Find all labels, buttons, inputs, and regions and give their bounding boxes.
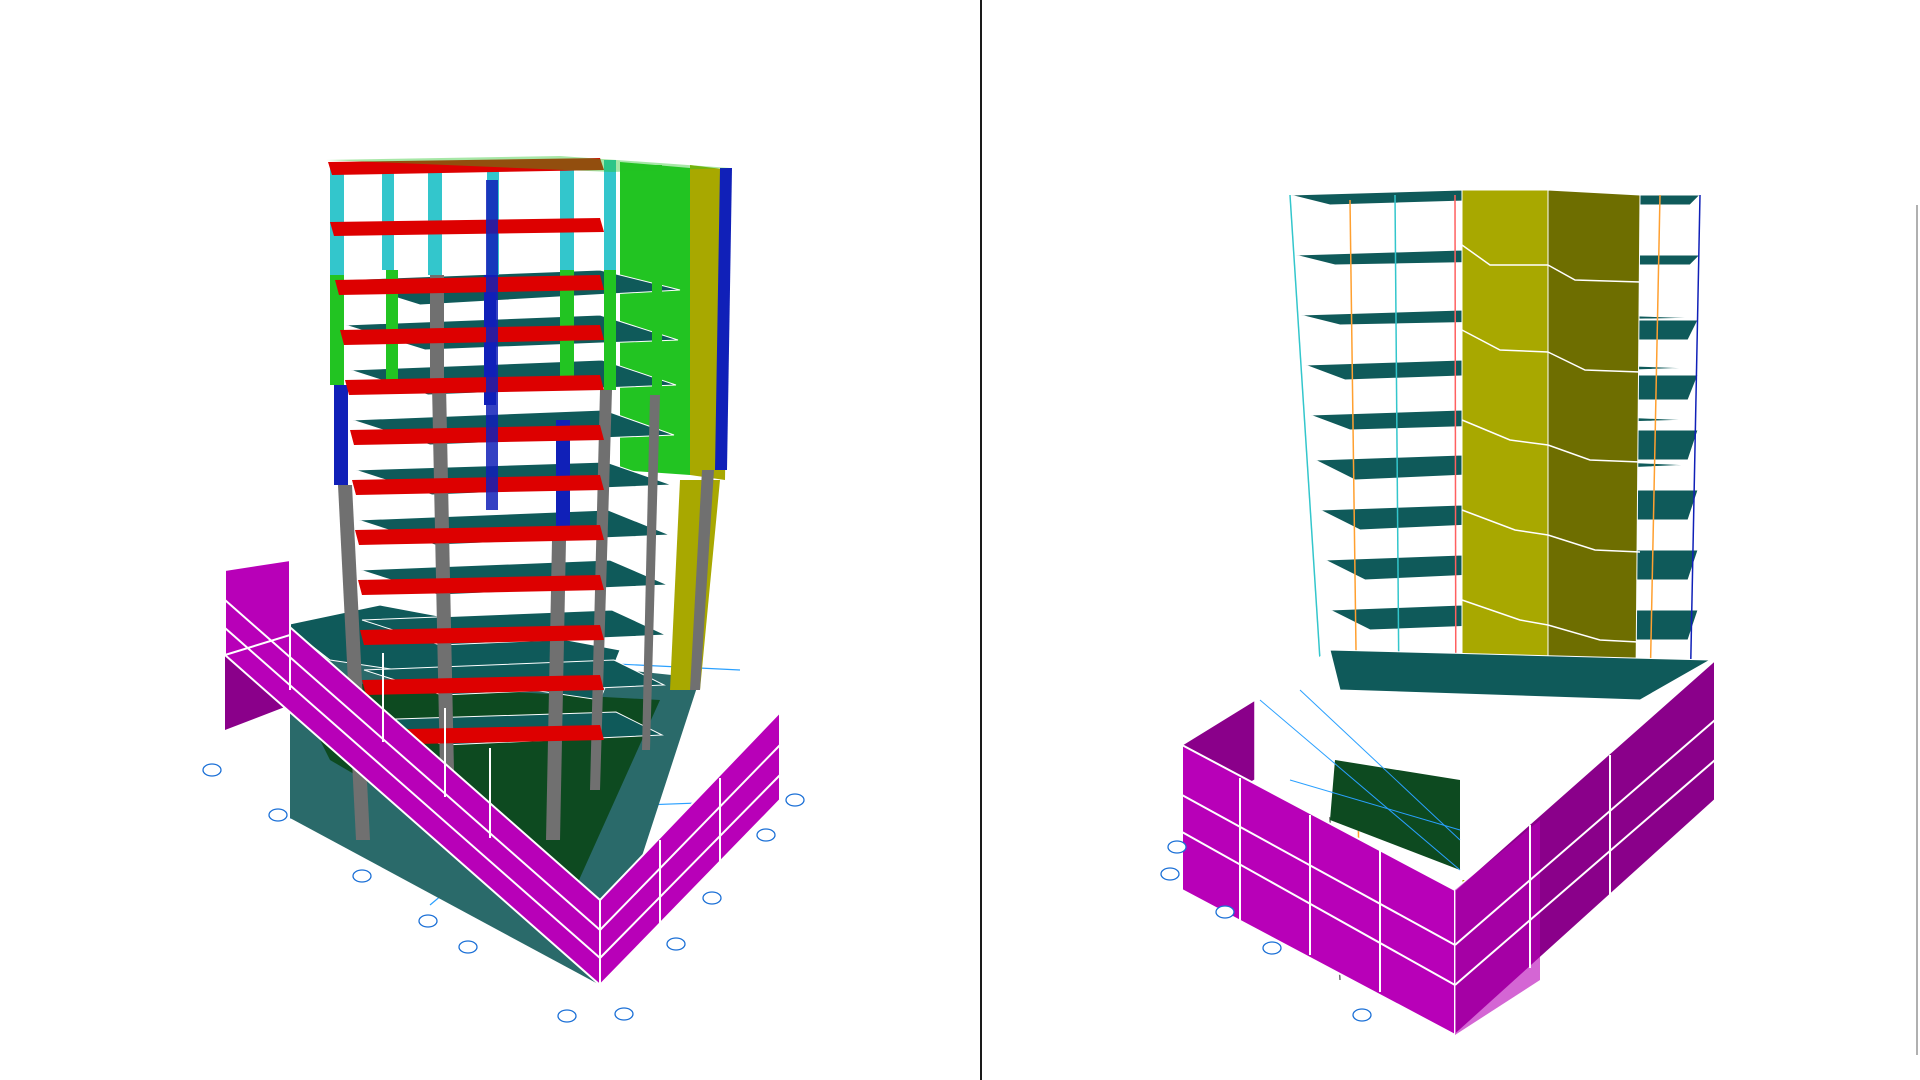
panel-edge (1916, 205, 1918, 1055)
3d-view-right[interactable] (982, 0, 1920, 1080)
3d-view-left[interactable] (0, 0, 980, 1080)
model-3d-canvas-right[interactable] (982, 0, 1920, 1080)
model-3d-canvas[interactable] (0, 0, 980, 1080)
